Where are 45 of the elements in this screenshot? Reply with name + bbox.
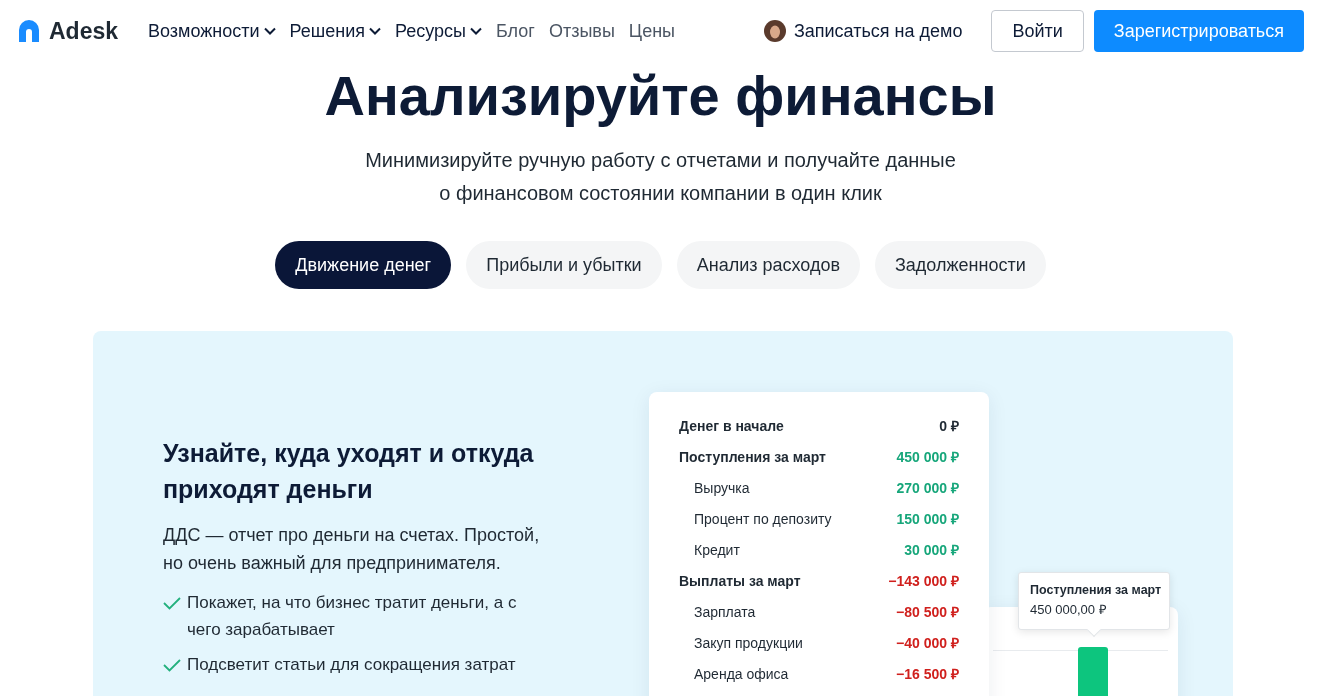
report-row-label: Аренда офиса (693, 665, 789, 684)
report-row-label: Зарплата (693, 603, 756, 622)
login-button[interactable]: Войти (991, 10, 1084, 52)
nav-link[interactable]: Ресурсы (395, 17, 482, 45)
report-row-label: Закуп продукции (693, 634, 803, 653)
chevron-down-icon (263, 27, 276, 35)
report-row-value: −143 000 ₽ (888, 572, 959, 591)
nav-link[interactable]: Решения (289, 17, 381, 45)
report-row-label: Выплаты за март (679, 572, 801, 591)
report-tab[interactable]: Задолженности (874, 241, 1046, 289)
chevron-down-icon (369, 27, 381, 35)
check-icon (163, 659, 181, 672)
brand-name[interactable]: Adesk (49, 13, 119, 49)
report-row-value: 30 000 ₽ (904, 541, 959, 560)
nav-link[interactable]: Возможности (148, 17, 276, 45)
nav-link[interactable]: Блог (496, 17, 535, 45)
report-row-value: −80 500 ₽ (896, 603, 959, 622)
hero-title: Анализируйте финансы (323, 63, 998, 129)
feature-heading: Узнайте, куда уходят и откуда приходят деньги (163, 438, 535, 505)
tooltip-value: 450 000,00 ₽ (1030, 601, 1108, 619)
feature-point: Подсветит статьи для сокращения затрат (187, 654, 517, 676)
report-row-value: 450 000 ₽ (896, 448, 959, 467)
report-tab[interactable]: Анализ расходов (676, 241, 860, 289)
hero-subtitle: Минимизируйте ручную работу с отчетами и получайте данные (365, 148, 956, 173)
avatar-icon (763, 20, 786, 42)
report-row-value: 270 000 ₽ (896, 479, 959, 498)
report-row-value: 0 ₽ (939, 417, 959, 436)
logo-icon (17, 19, 41, 43)
check-icon (163, 597, 181, 610)
report-tab[interactable]: Движение денег (275, 241, 452, 289)
feature-description: ДДС — отчет про деньги на счетах. Простой, но очень важный для предпринимателя. (163, 524, 541, 575)
feature-point: Покажет, на что бизнес тратит деньги, а с чего зарабатывает (187, 592, 518, 641)
report-row-label: Поступления за март (679, 448, 826, 467)
nav-link[interactable]: Цены (628, 17, 676, 45)
chevron-down-icon (470, 27, 482, 35)
report-row-label: Выручка (693, 479, 750, 498)
hero-subtitle: о финансовом состоянии компании в один клик (439, 181, 882, 206)
report-row-label: Денег в начале (679, 417, 784, 436)
report-row-value: −40 000 ₽ (896, 634, 959, 653)
report-row-value: −16 500 ₽ (896, 665, 959, 684)
report-row-label: Кредит (693, 541, 740, 560)
report-tab[interactable]: Прибыли и убытки (466, 241, 662, 289)
report-row-label: Процент по депозиту (693, 510, 832, 529)
report-row-value: 150 000 ₽ (896, 510, 959, 529)
nav-link[interactable]: Отзывы (548, 17, 615, 45)
